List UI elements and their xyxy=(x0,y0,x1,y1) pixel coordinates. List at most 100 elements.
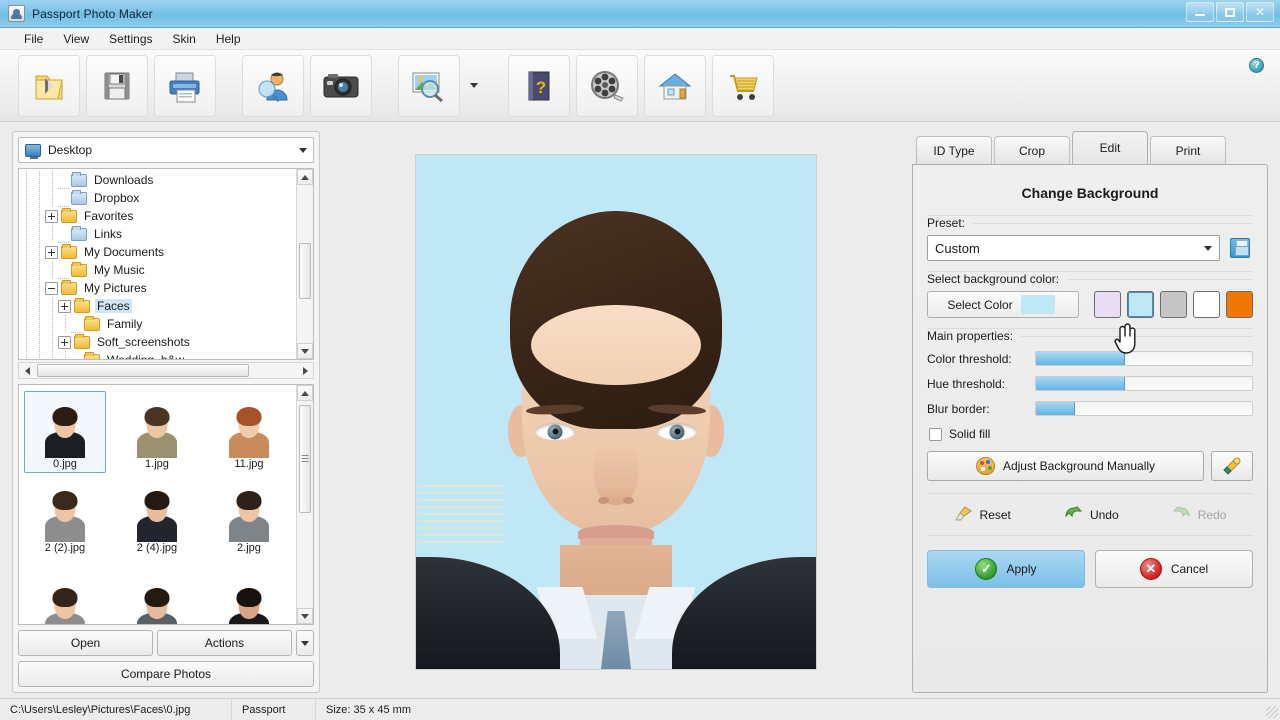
tab-id-type[interactable]: ID Type xyxy=(916,136,992,164)
thumbnail-box: 11.jpg xyxy=(208,391,290,473)
tree-scroll-left-button[interactable] xyxy=(19,363,35,378)
solid-fill-checkbox[interactable] xyxy=(929,427,942,441)
tree-item[interactable]: My Documents xyxy=(19,243,295,261)
info-badge-icon[interactable] xyxy=(1249,58,1264,73)
open-file-button[interactable]: Open xyxy=(18,630,153,656)
tree-scroll-right-button[interactable] xyxy=(297,363,313,378)
adjust-background-manually-button[interactable]: Adjust Background Manually xyxy=(927,451,1204,481)
buy-now-button[interactable] xyxy=(712,54,774,117)
save-button[interactable] xyxy=(86,54,148,117)
thumbnail-item[interactable] xyxy=(111,557,203,624)
thumbnails-scroll-up-button[interactable] xyxy=(297,385,313,401)
close-button[interactable]: ✕ xyxy=(1246,2,1274,22)
thumbnail-box: 2 (2).jpg xyxy=(24,475,106,557)
print-button[interactable] xyxy=(154,54,216,117)
tab-edit[interactable]: Edit xyxy=(1072,131,1148,164)
thumbnail-box: 1.jpg xyxy=(116,391,198,473)
tree-item[interactable]: Soft_screenshots xyxy=(19,333,295,351)
save-preset-button[interactable] xyxy=(1227,235,1253,261)
hue-threshold-slider[interactable] xyxy=(1035,376,1253,391)
preview-dropdown-button[interactable] xyxy=(466,55,482,117)
solid-fill-row[interactable]: Solid fill xyxy=(929,427,1253,441)
minimize-button[interactable] xyxy=(1186,2,1214,22)
tree-vertical-scrollbar[interactable] xyxy=(296,169,313,359)
eye-right xyxy=(657,423,697,440)
video-tutorial-button[interactable] xyxy=(576,54,638,117)
expand-icon[interactable] xyxy=(58,299,71,313)
photo-canvas[interactable] xyxy=(415,154,817,670)
swatch-gray[interactable] xyxy=(1160,291,1187,318)
swatch-white[interactable] xyxy=(1193,291,1220,318)
thumbnail-item[interactable]: 11.jpg xyxy=(203,389,295,473)
open-folder-icon xyxy=(35,75,63,99)
thumbnail-item[interactable] xyxy=(19,557,111,624)
swatch-orange[interactable] xyxy=(1226,291,1253,318)
tree-item[interactable]: Favorites xyxy=(19,207,295,225)
thumbnails-scroll-down-button[interactable] xyxy=(297,608,313,624)
cancel-button[interactable]: ✕ Cancel xyxy=(1095,550,1253,588)
tree-scroll-down-button[interactable] xyxy=(297,343,313,359)
tree-item[interactable]: Faces xyxy=(19,297,295,315)
tree-item[interactable]: My Music xyxy=(19,261,295,279)
expand-icon[interactable] xyxy=(58,335,71,349)
tree-hscroll-track[interactable] xyxy=(35,364,297,377)
select-color-button[interactable]: Select Color xyxy=(927,291,1079,318)
actions-dropdown-button[interactable] xyxy=(296,630,314,656)
check-circle-icon: ✓ xyxy=(975,558,998,580)
home-page-button[interactable] xyxy=(644,54,706,117)
swatch-light-blue[interactable] xyxy=(1127,291,1154,318)
color-threshold-slider[interactable] xyxy=(1035,351,1253,366)
thumbnail-item[interactable]: 1.jpg xyxy=(111,389,203,473)
undo-button[interactable]: Undo xyxy=(1064,505,1119,524)
thumbnails-vertical-scrollbar[interactable] xyxy=(296,385,313,624)
tree-indent-guide xyxy=(45,189,58,207)
thumbnail-item[interactable]: 2 (4).jpg xyxy=(111,473,203,557)
thumbnails-scrollbar-thumb[interactable] xyxy=(299,405,311,513)
tree-scroll-up-button[interactable] xyxy=(297,169,313,185)
tab-crop[interactable]: Crop xyxy=(994,136,1070,164)
expand-icon[interactable] xyxy=(45,209,58,223)
resize-grip-icon[interactable] xyxy=(1266,706,1278,718)
folder-icon xyxy=(71,225,87,241)
menu-help[interactable]: Help xyxy=(206,30,251,48)
reset-button[interactable]: Reset xyxy=(954,505,1011,524)
collapse-icon[interactable] xyxy=(45,281,58,295)
thumbnail-item[interactable]: 2 (2).jpg xyxy=(19,473,111,557)
tree-item[interactable]: Dropbox xyxy=(19,189,295,207)
tree-item[interactable]: Links xyxy=(19,225,295,243)
thumbnail-item[interactable] xyxy=(203,557,295,624)
tree-item[interactable]: Family xyxy=(19,315,295,333)
tree-item[interactable]: Downloads xyxy=(19,171,295,189)
expand-icon[interactable] xyxy=(45,245,58,259)
actions-button[interactable]: Actions xyxy=(157,630,292,656)
menu-view[interactable]: View xyxy=(53,30,99,48)
tree-item[interactable]: My Pictures xyxy=(19,279,295,297)
blur-border-slider[interactable] xyxy=(1035,401,1253,416)
tab-print[interactable]: Print xyxy=(1150,136,1226,164)
eyedropper-button[interactable] xyxy=(1211,451,1253,481)
tree-scrollbar-thumb[interactable] xyxy=(299,243,311,299)
tree-item[interactable]: Wedding_b&w xyxy=(19,351,295,359)
path-combobox[interactable]: Desktop xyxy=(18,137,314,163)
thumbnail-photo xyxy=(133,484,181,542)
compare-faces-button[interactable] xyxy=(242,54,304,117)
thumbnail-item[interactable]: 0.jpg xyxy=(19,389,111,473)
tree-horizontal-scrollbar[interactable] xyxy=(18,362,314,379)
open-photo-button[interactable] xyxy=(18,54,80,117)
camera-button[interactable] xyxy=(310,54,372,117)
tree-indent-guide xyxy=(32,279,45,297)
toolbar: ? xyxy=(0,50,1280,122)
menu-skin[interactable]: Skin xyxy=(163,30,206,48)
preview-photo-button[interactable] xyxy=(398,54,460,117)
swatch-lavender[interactable] xyxy=(1094,291,1121,318)
thumbnail-item[interactable]: 2.jpg xyxy=(203,473,295,557)
help-button[interactable]: ? xyxy=(508,54,570,117)
preset-combobox[interactable]: Custom xyxy=(927,235,1220,261)
tree-hscroll-thumb[interactable] xyxy=(37,364,250,377)
menu-settings[interactable]: Settings xyxy=(99,30,162,48)
maximize-button[interactable] xyxy=(1216,2,1244,22)
compare-photos-button[interactable]: Compare Photos xyxy=(18,661,314,687)
main-properties-label: Main properties: xyxy=(927,329,1014,343)
apply-button[interactable]: ✓ Apply xyxy=(927,550,1085,588)
menu-file[interactable]: File xyxy=(14,30,53,48)
